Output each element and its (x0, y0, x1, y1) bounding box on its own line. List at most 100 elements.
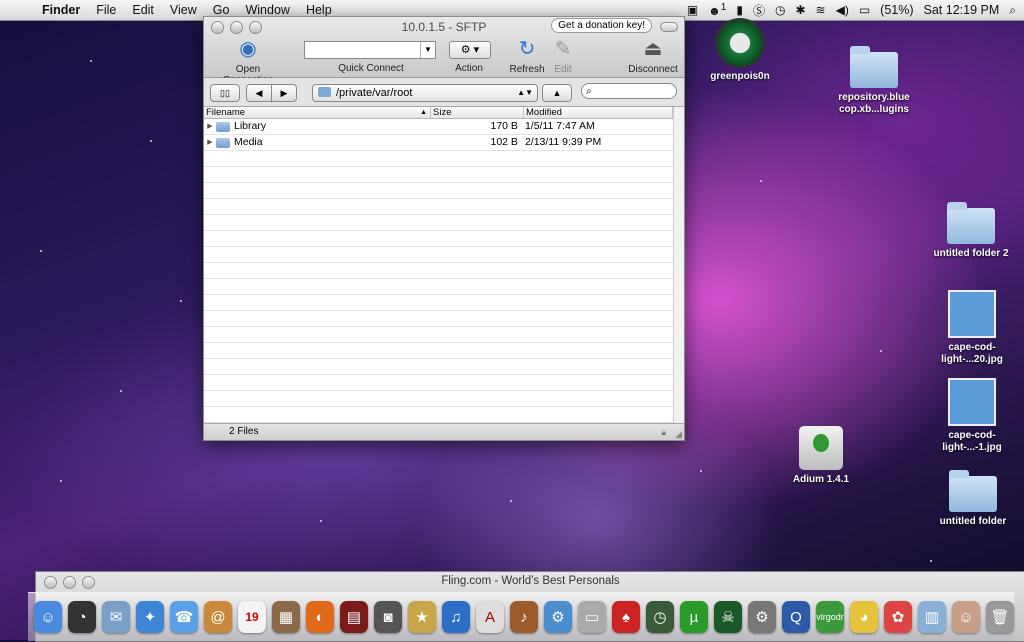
greenpois0n-menu-icon[interactable]: ☻1 (708, 2, 726, 18)
bookmarks-button[interactable]: ▯▯ (210, 84, 240, 102)
vertical-scrollbar[interactable] (673, 107, 684, 425)
trash-icon[interactable]: 🗑︎ (986, 601, 1014, 633)
system-preferences-icon[interactable]: ⚙ (748, 601, 776, 633)
quick-connect-input[interactable]: ▼ (304, 41, 436, 59)
file-list-header: Filename ▲ Size Modified (204, 107, 673, 119)
window-controls (44, 576, 95, 589)
network-icon[interactable]: ⚙ (544, 601, 572, 633)
disk-image-icon (799, 426, 843, 470)
imovie-icon[interactable]: ★ (408, 601, 436, 633)
greenpois0n-icon[interactable]: ☠ (714, 601, 742, 633)
cyberduck-icon[interactable]: ◕ (850, 601, 878, 633)
resize-grip-icon[interactable]: ◢ (675, 426, 682, 442)
time-machine-icon[interactable]: ◷ (775, 3, 785, 17)
toolbar-toggle-button[interactable] (660, 22, 678, 32)
action-label: Action (455, 63, 483, 74)
image-thumbnail-icon (948, 378, 996, 426)
user-photo-icon[interactable]: ☺ (952, 601, 980, 633)
desktop-icon-cape-cod-1[interactable]: cape-cod-light-...20.jpg (932, 290, 1012, 366)
menu-file[interactable]: File (88, 3, 124, 17)
book-icon: ▯▯ (220, 88, 230, 98)
desktop-icon-untitled-folder[interactable]: untitled folder (932, 470, 1014, 528)
garageband-icon[interactable]: ♪ (510, 601, 538, 633)
desktop-icon-untitled-folder-2[interactable]: untitled folder 2 (932, 202, 1010, 260)
volume-icon[interactable]: ◀) (836, 3, 849, 17)
close-button[interactable] (44, 576, 57, 589)
back-button[interactable]: ◀ (246, 84, 272, 102)
chevron-down-icon[interactable]: ▼ (420, 42, 435, 58)
firefox-icon[interactable]: ◐ (306, 601, 334, 633)
finder-icon[interactable]: ☺ (34, 601, 62, 633)
refresh-icon: ↻ (518, 38, 536, 60)
battery-percent: (51%) (880, 3, 914, 17)
path-selector[interactable]: /private/var/root ▲▼ (312, 84, 538, 102)
itunes-icon[interactable]: ♫ (442, 601, 470, 633)
utorrent-icon[interactable]: µ (680, 601, 708, 633)
menu-clock[interactable]: Sat 12:19 PM (924, 3, 1000, 17)
battery-icon[interactable]: ▭ (859, 3, 870, 17)
search-input[interactable]: ⌕ (581, 83, 677, 99)
file-name: Media (234, 136, 263, 148)
applications-folder-icon[interactable]: ▥ (918, 601, 946, 633)
greenpois0n-icon (715, 18, 765, 68)
bluetooth-icon[interactable]: ✱ (795, 3, 805, 17)
menu-window[interactable]: Window (237, 3, 297, 17)
ical-icon[interactable]: 19 (238, 601, 266, 633)
zoom-button[interactable] (82, 576, 95, 589)
time-machine-icon[interactable]: ◷ (646, 601, 674, 633)
desktop-icon-greenpois0n[interactable]: greenpois0n (704, 18, 776, 83)
disclosure-triangle-icon[interactable]: ▶ (204, 135, 216, 150)
adium-icon[interactable]: virgodr (816, 601, 844, 633)
dock: ☺ ◔ ✉ ✦ ☎ @ 19 ▦ ◐ ▤ ◙ ★ ♫ A ♪ ⚙ ▭ ♠ ◷ µ… (28, 592, 1014, 641)
file-row[interactable]: ▶ Media 102 B 2/13/11 9:39 PM (204, 135, 673, 151)
menu-view[interactable]: View (162, 3, 205, 17)
pokerstars-icon[interactable]: ♠ (612, 601, 640, 633)
browser-title: Fling.com - World's Best Personals (441, 575, 620, 587)
file-row[interactable]: ▶ Library 170 B 1/5/11 7:47 AM (204, 119, 673, 135)
spotlight-search-icon[interactable]: ⌕ (1009, 3, 1016, 18)
disclosure-triangle-icon[interactable]: ▶ (204, 119, 216, 134)
refresh-button[interactable]: ↻ Refresh (508, 37, 546, 75)
menu-go[interactable]: Go (205, 3, 238, 17)
column-header-filename[interactable]: Filename ▲ (204, 107, 431, 118)
disconnect-button[interactable]: ⏏ Disconnect (626, 37, 680, 75)
menu-help[interactable]: Help (298, 3, 340, 17)
desktop-label: untitled folder 2 (933, 248, 1009, 259)
action-menu-button[interactable]: ⚙ ▾ (449, 41, 491, 59)
parent-directory-button[interactable]: ▲ (542, 84, 572, 102)
forward-button[interactable]: ▶ (271, 84, 297, 102)
edit-button[interactable]: ✎ Edit (548, 37, 578, 75)
minimize-button[interactable] (63, 576, 76, 589)
skype-icon[interactable]: Ⓢ (753, 2, 765, 19)
column-header-size[interactable]: Size (431, 107, 524, 118)
photo-booth-icon[interactable]: ◙ (374, 601, 402, 633)
quicktime-icon[interactable]: Q (782, 601, 810, 633)
up-arrow-icon: ▲ (552, 88, 562, 98)
status-app-icon[interactable]: ▣ (687, 3, 698, 17)
desktop-label: cape-cod-light-...20.jpg (941, 342, 1003, 365)
dictionary-icon[interactable]: A (476, 601, 504, 633)
column-label: Filename (206, 107, 246, 118)
picasa-icon[interactable]: ✿ (884, 601, 912, 633)
file-modified: 2/13/11 9:39 PM (524, 136, 602, 148)
printer-icon[interactable]: ▭ (578, 601, 606, 633)
donation-key-button[interactable]: Get a donation key! (551, 18, 652, 33)
desktop-icon-repository[interactable]: repository.blue cop.xb...lugins (830, 46, 918, 116)
phone-icon[interactable]: ▮ (736, 3, 743, 17)
empty-row (204, 151, 673, 167)
safari-icon[interactable]: ✦ (136, 601, 164, 633)
wifi-icon[interactable]: ≋ (816, 3, 826, 17)
column-header-modified[interactable]: Modified (524, 107, 673, 118)
movie-icon[interactable]: ▤ (340, 601, 368, 633)
menu-app-name[interactable]: Finder (34, 3, 88, 17)
preview-icon[interactable]: ▦ (272, 601, 300, 633)
dashboard-icon[interactable]: ◔ (68, 601, 96, 633)
ichat-icon[interactable]: ☎ (170, 601, 198, 633)
menu-edit[interactable]: Edit (124, 3, 162, 17)
desktop-icon-cape-cod-2[interactable]: cape-cod-light-...-1.jpg (932, 378, 1012, 454)
address-book-icon[interactable]: @ (204, 601, 232, 633)
ical-date: 19 (245, 610, 259, 624)
empty-row (204, 279, 673, 295)
mail-icon[interactable]: ✉ (102, 601, 130, 633)
desktop-icon-adium[interactable]: Adium 1.4.1 (784, 426, 858, 486)
